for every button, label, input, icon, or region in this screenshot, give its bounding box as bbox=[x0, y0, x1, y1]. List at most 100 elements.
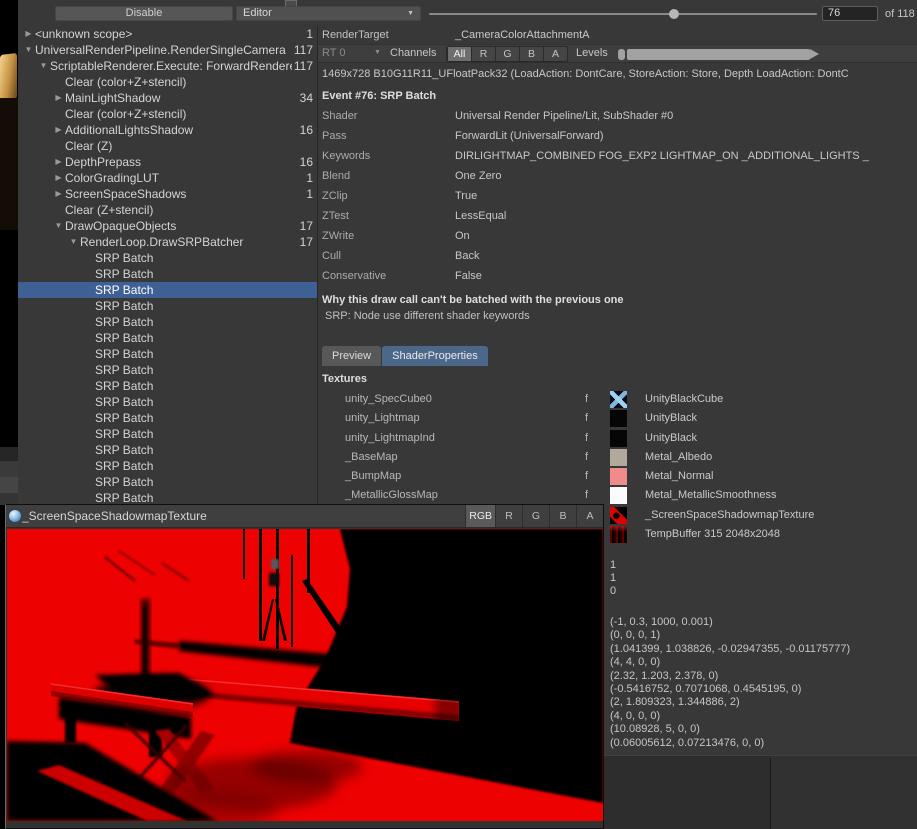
tree-row[interactable]: SRP Batch bbox=[18, 394, 317, 410]
expand-arrow-icon[interactable]: ▶ bbox=[22, 26, 35, 42]
tree-row[interactable]: SRP Batch bbox=[18, 282, 317, 298]
texture-flag: f bbox=[585, 432, 588, 444]
tree-row[interactable]: SRP Batch bbox=[18, 314, 317, 330]
expand-arrow-icon[interactable]: ▶ bbox=[52, 154, 65, 170]
texture-asset-name: Metal_Albedo bbox=[645, 451, 712, 463]
expand-arrow-icon[interactable]: ▶ bbox=[52, 122, 65, 138]
tree-row[interactable]: SRP Batch bbox=[18, 266, 317, 282]
tree-row[interactable]: ▶ ScreenSpaceShadows 1 bbox=[18, 186, 317, 202]
texture-row[interactable]: _MetallicGlossMap f Metal_MetallicSmooth… bbox=[318, 486, 917, 505]
vector-value: (4, 0, 0, 0) bbox=[610, 710, 917, 723]
expand-arrow-icon[interactable]: ▼ bbox=[67, 234, 80, 250]
channel-button[interactable]: G bbox=[495, 47, 519, 61]
texture-thumbnail[interactable] bbox=[610, 391, 627, 408]
tree-row-label: SRP Batch bbox=[95, 266, 311, 282]
texture-thumbnail[interactable] bbox=[610, 507, 627, 524]
texture-thumbnail[interactable] bbox=[610, 487, 627, 504]
texture-row[interactable]: _BaseMap f Metal_Albedo bbox=[318, 448, 917, 467]
levels-slider-track[interactable] bbox=[627, 49, 810, 60]
texture-property-name: unity_LightmapInd bbox=[345, 432, 435, 444]
preview-channel-button[interactable]: RGB bbox=[465, 505, 495, 527]
detail-tab[interactable]: ShaderProperties bbox=[382, 346, 488, 366]
tree-row[interactable]: ▶ MainLightShadow 34 bbox=[18, 90, 317, 106]
texture-asset-name: UnityBlack bbox=[645, 432, 697, 444]
channel-button[interactable]: R bbox=[471, 47, 495, 61]
vector-value: (1.041399, 1.038826, -0.02947355, -0.011… bbox=[610, 643, 917, 656]
tree-row[interactable]: SRP Batch bbox=[18, 378, 317, 394]
tree-row-label: SRP Batch bbox=[95, 410, 311, 426]
tree-row-label: SRP Batch bbox=[95, 490, 311, 503]
tree-row[interactable]: ▶ <unknown scope> 1 bbox=[18, 26, 317, 42]
tree-row[interactable]: Clear (Z) bbox=[18, 138, 317, 154]
tree-row[interactable]: ▼ UniversalRenderPipeline.RenderSingleCa… bbox=[18, 42, 317, 58]
expand-arrow-icon[interactable]: ▼ bbox=[52, 218, 65, 234]
shader-detail-row: Cull Back bbox=[318, 246, 917, 266]
tree-row[interactable]: ▼ DrawOpaqueObjects 17 bbox=[18, 218, 317, 234]
expand-arrow-icon[interactable]: ▶ bbox=[52, 186, 65, 202]
detail-label: Keywords bbox=[322, 150, 370, 162]
tree-row[interactable]: SRP Batch bbox=[18, 346, 317, 362]
channel-button[interactable]: B bbox=[519, 47, 543, 61]
expand-arrow-icon[interactable]: ▶ bbox=[52, 170, 65, 186]
tree-row[interactable]: SRP Batch bbox=[18, 426, 317, 442]
tree-row[interactable]: SRP Batch bbox=[18, 474, 317, 490]
preview-window-titlebar[interactable]: _ScreenSpaceShadowmapTexture RGB R G B A bbox=[6, 505, 603, 528]
levels-slider-min-handle[interactable] bbox=[618, 49, 625, 60]
shader-detail-row: Conservative False bbox=[318, 266, 917, 286]
tree-row[interactable]: ▶ DepthPrepass 16 bbox=[18, 154, 317, 170]
target-selector-dropdown[interactable]: Editor ▼ bbox=[236, 6, 421, 21]
tree-row-label: AdditionalLightsShadow bbox=[65, 122, 298, 138]
texture-asset-name: Metal_Normal bbox=[645, 470, 713, 482]
texture-thumbnail[interactable] bbox=[610, 430, 627, 447]
frame-number-input[interactable]: 76 bbox=[822, 6, 878, 21]
tree-row-label: SRP Batch bbox=[95, 346, 311, 362]
preview-channel-button[interactable]: R bbox=[495, 505, 522, 527]
texture-thumbnail[interactable] bbox=[610, 410, 627, 427]
preview-channel-button[interactable]: A bbox=[576, 505, 603, 527]
tree-row[interactable]: SRP Batch bbox=[18, 490, 317, 503]
tree-row-count: 1 bbox=[304, 26, 317, 42]
float-value: 1 bbox=[610, 572, 917, 585]
render-target-label: RenderTarget bbox=[322, 29, 389, 41]
frame-slider-handle[interactable] bbox=[669, 9, 679, 19]
channel-button-group: All R G B A bbox=[446, 46, 568, 62]
detail-tab[interactable]: Preview bbox=[322, 346, 381, 366]
preview-channel-button[interactable]: B bbox=[549, 505, 576, 527]
channel-button[interactable]: All bbox=[447, 47, 471, 61]
disable-button[interactable]: Disable bbox=[55, 6, 233, 21]
background-panel-divider bbox=[770, 758, 771, 829]
channel-button[interactable]: A bbox=[543, 47, 567, 61]
tree-row[interactable]: SRP Batch bbox=[18, 362, 317, 378]
texture-thumbnail[interactable] bbox=[610, 468, 627, 485]
detail-value: False bbox=[455, 270, 917, 282]
texture-thumbnail[interactable] bbox=[610, 449, 627, 466]
texture-row[interactable]: unity_SpecCube0 f UnityBlackCube bbox=[318, 390, 917, 409]
tree-row[interactable]: Clear (color+Z+stencil) bbox=[18, 74, 317, 90]
levels-slider-max-handle[interactable] bbox=[810, 49, 819, 59]
tree-row[interactable]: ▶ AdditionalLightsShadow 16 bbox=[18, 122, 317, 138]
rt-dropdown[interactable]: RT 0 bbox=[322, 47, 345, 59]
texture-row[interactable]: unity_Lightmap f UnityBlack bbox=[318, 409, 917, 428]
expand-arrow-icon[interactable]: ▶ bbox=[52, 90, 65, 106]
tree-row[interactable]: SRP Batch bbox=[18, 410, 317, 426]
texture-property-name: unity_Lightmap bbox=[345, 412, 420, 424]
background-panel-edge bbox=[0, 477, 18, 493]
tree-row[interactable]: Clear (Z+stencil) bbox=[18, 202, 317, 218]
tree-row[interactable]: SRP Batch bbox=[18, 298, 317, 314]
texture-thumbnail[interactable] bbox=[610, 526, 627, 543]
shader-detail-row: ZClip True bbox=[318, 186, 917, 206]
tree-row[interactable]: ▶ ColorGradingLUT 1 bbox=[18, 170, 317, 186]
texture-row[interactable]: unity_LightmapInd f UnityBlack bbox=[318, 429, 917, 448]
tree-row[interactable]: ▼ RenderLoop.DrawSRPBatcher 17 bbox=[18, 234, 317, 250]
tree-row[interactable]: SRP Batch bbox=[18, 330, 317, 346]
tree-row[interactable]: Clear (color+Z+stencil) bbox=[18, 106, 317, 122]
tree-row[interactable]: ▼ ScriptableRenderer.Execute: ForwardRen… bbox=[18, 58, 317, 74]
preview-channel-button[interactable]: G bbox=[522, 505, 549, 527]
frame-slider-track[interactable] bbox=[429, 13, 817, 15]
expand-arrow-icon[interactable]: ▼ bbox=[37, 58, 50, 74]
tree-row[interactable]: SRP Batch bbox=[18, 458, 317, 474]
tree-row[interactable]: SRP Batch bbox=[18, 442, 317, 458]
expand-arrow-icon[interactable]: ▼ bbox=[22, 42, 35, 58]
texture-row[interactable]: _BumpMap f Metal_Normal bbox=[318, 467, 917, 486]
tree-row[interactable]: SRP Batch bbox=[18, 250, 317, 266]
